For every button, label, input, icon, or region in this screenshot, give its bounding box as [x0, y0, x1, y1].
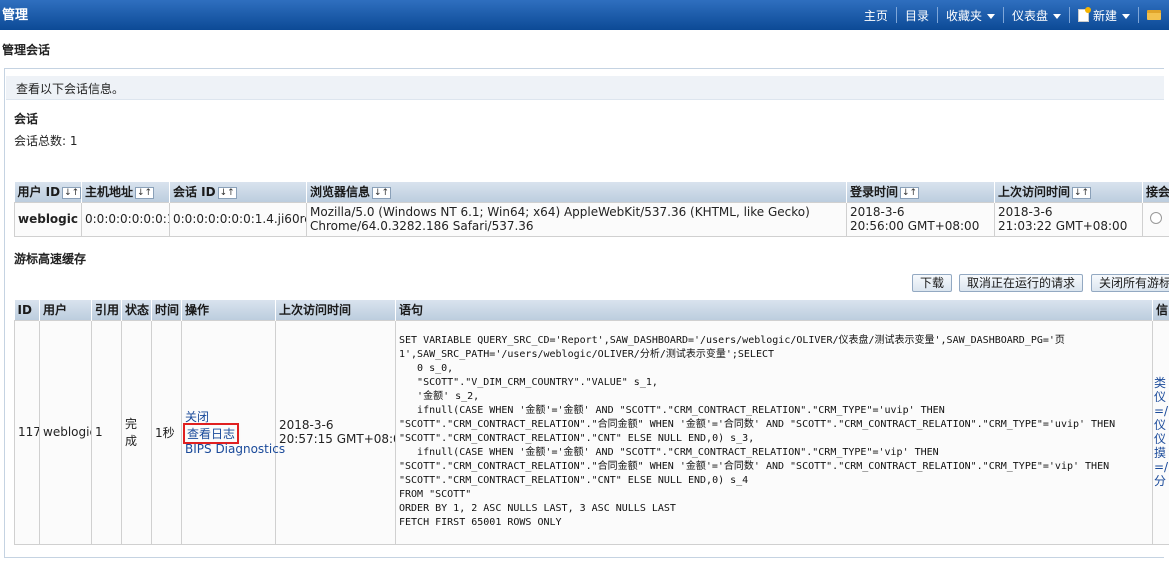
close-all-cursors-button[interactable]: 关闭所有游标	[1091, 274, 1169, 292]
cell-info: 类 仪 =/ 仪 仪 摸 =/ 分	[1152, 319, 1169, 545]
close-cursor-link[interactable]: 关闭	[185, 408, 272, 425]
info-char: =/	[1154, 460, 1169, 474]
col-info: 信	[1152, 300, 1169, 320]
bips-diagnostics-link[interactable]: BIPS Diagnostics	[185, 442, 285, 456]
cell-host: 0:0:0:0:0:0:0:1	[81, 201, 170, 237]
col-login-time[interactable]: 登录时间 ↓↑	[846, 182, 995, 202]
cell-browser: Mozilla/5.0 (Windows NT 6.1; Win64; x64)…	[306, 201, 847, 237]
col-last-access[interactable]: 上次访问时间 ↓↑	[994, 182, 1143, 202]
col-statement: 语句	[395, 300, 1153, 320]
last-time: 21:03:22 GMT+08:00	[998, 219, 1128, 233]
cell-user: weblogic	[39, 319, 92, 545]
col-label: 浏览器信息	[310, 185, 371, 200]
col-host[interactable]: 主机地址 ↓↑	[81, 182, 170, 202]
session-radio[interactable]	[1150, 211, 1162, 224]
nav-favorites-label: 收藏夹	[945, 8, 982, 23]
cell-time: 1秒	[151, 319, 182, 545]
info-bar: 查看以下会话信息。	[6, 76, 1164, 100]
cell-accept	[1142, 201, 1169, 237]
cursor-table: ID 用户 引用 状态 时间 操作 上次访问时间 语句 信 117 weblog…	[14, 300, 1169, 545]
col-session-id[interactable]: 会话 ID ↓↑	[169, 182, 307, 202]
info-char: 类	[1154, 376, 1167, 390]
last-time: 20:57:15 GMT+08:00	[279, 432, 396, 446]
sessions-table: 用户 ID ↓↑ 主机地址 ↓↑ 会话 ID ↓↑ 浏览器信息 ↓↑ 登录时间 ↓↑ 上次…	[14, 182, 1169, 237]
cell-last-access: 2018-3-6 21:03:22 GMT+08:00	[994, 201, 1143, 237]
col-refs: 引用	[91, 300, 122, 320]
cell-statement: SET VARIABLE QUERY_SRC_CD='Report',SAW_D…	[395, 319, 1153, 545]
col-actions: 操作	[181, 300, 276, 320]
sort-icon[interactable]: ↓↑	[135, 186, 155, 199]
info-char: 仪	[1154, 390, 1167, 404]
col-id: ID	[14, 300, 40, 320]
nav-open[interactable]	[1139, 10, 1169, 20]
browser-line: Chrome/64.0.3282.186 Safari/537.36	[310, 219, 534, 233]
info-char: 摸	[1154, 446, 1167, 460]
col-last-access: 上次访问时间	[275, 300, 396, 320]
login-time: 20:56:00 GMT+08:00	[850, 219, 980, 233]
nav-dashboards-label: 仪表盘	[1011, 8, 1048, 23]
col-accept: 接会	[1142, 182, 1169, 202]
col-label: 登录时间	[850, 185, 899, 200]
cell-last-access: 2018-3-6 20:57:15 GMT+08:00	[275, 319, 396, 545]
sort-icon[interactable]: ↓↑	[1072, 186, 1092, 199]
cell-status: 完成	[121, 319, 152, 545]
col-status: 状态	[121, 300, 152, 320]
nav-new-label: 新建	[1092, 8, 1117, 23]
col-label: 用户 ID	[17, 185, 61, 200]
table-header-row: ID 用户 引用 状态 时间 操作 上次访问时间 语句 信	[14, 300, 1169, 320]
cell-user-id: weblogic	[14, 201, 82, 237]
cancel-running-button[interactable]: 取消正在运行的请求	[959, 274, 1084, 292]
nav-new[interactable]: 新建	[1070, 6, 1138, 24]
cell-id: 117	[14, 319, 40, 545]
chevron-down-icon	[986, 13, 995, 19]
col-label: 上次访问时间	[998, 185, 1071, 200]
login-date: 2018-3-6	[850, 205, 905, 219]
view-log-link[interactable]: 查看日志	[182, 423, 240, 444]
cell-refs: 1	[91, 319, 122, 545]
sort-icon[interactable]: ↓↑	[900, 186, 920, 199]
browser-line: Mozilla/5.0 (Windows NT 6.1; Win64; x64)…	[310, 205, 810, 219]
cell-login-time: 2018-3-6 20:56:00 GMT+08:00	[846, 201, 995, 237]
sessions-total: 会话总数: 1	[14, 134, 78, 148]
nav-catalog[interactable]: 目录	[897, 7, 937, 24]
col-user: 用户	[39, 300, 92, 320]
cell-actions: 关闭 查看日志 BIPS Diagnostics	[181, 319, 285, 545]
table-header-row: 用户 ID ↓↑ 主机地址 ↓↑ 会话 ID ↓↑ 浏览器信息 ↓↑ 登录时间 ↓↑ 上次…	[14, 182, 1169, 202]
chevron-down-icon	[1052, 13, 1061, 19]
last-date: 2018-3-6	[998, 205, 1053, 219]
col-user-id[interactable]: 用户 ID ↓↑	[14, 182, 82, 202]
table-row: 117 weblogic 1 完成 1秒 关闭 查看日志 BIPS Diagno…	[14, 319, 1169, 545]
col-time: 时间	[151, 300, 182, 320]
top-bar: 管理 主页 目录 收藏夹 仪表盘 新建	[0, 0, 1169, 30]
page-title: 管理会话	[2, 43, 51, 57]
col-label: 主机地址	[85, 185, 134, 200]
col-label: 会话 ID	[173, 185, 216, 200]
info-char: 分	[1154, 474, 1167, 488]
download-button[interactable]: 下载	[912, 274, 953, 292]
app-title: 管理	[2, 8, 29, 23]
info-char: 仪	[1154, 432, 1167, 446]
sort-icon[interactable]: ↓↑	[62, 186, 81, 199]
sort-icon[interactable]: ↓↑	[217, 186, 237, 199]
nav-home[interactable]: 主页	[856, 7, 896, 24]
info-char: =/	[1154, 404, 1169, 418]
info-char: 仪	[1154, 418, 1167, 432]
col-browser[interactable]: 浏览器信息 ↓↑	[306, 182, 847, 202]
last-date: 2018-3-6	[279, 418, 334, 432]
nav-dashboards[interactable]: 仪表盘	[1004, 7, 1069, 24]
table-row: weblogic 0:0:0:0:0:0:0:1 0:0:0:0:0:0:0:1…	[14, 201, 1169, 237]
info-text: 类 仪 =/ 仪 仪 摸 =/ 分	[1154, 376, 1168, 488]
sessions-title: 会话	[14, 112, 39, 126]
top-nav: 主页 目录 收藏夹 仪表盘 新建	[856, 0, 1169, 30]
new-document-icon	[1077, 6, 1091, 22]
sort-icon[interactable]: ↓↑	[372, 186, 392, 199]
cell-session-id: 0:0:0:0:0:0:0:1.4.ji60res	[169, 201, 307, 237]
nav-favorites[interactable]: 收藏夹	[938, 7, 1003, 24]
cursor-cache-title: 游标高速缓存	[14, 252, 87, 266]
sql-statement: SET VARIABLE QUERY_SRC_CD='Report',SAW_D…	[399, 335, 1116, 528]
folder-icon	[1147, 10, 1161, 20]
chevron-down-icon	[1122, 13, 1130, 19]
